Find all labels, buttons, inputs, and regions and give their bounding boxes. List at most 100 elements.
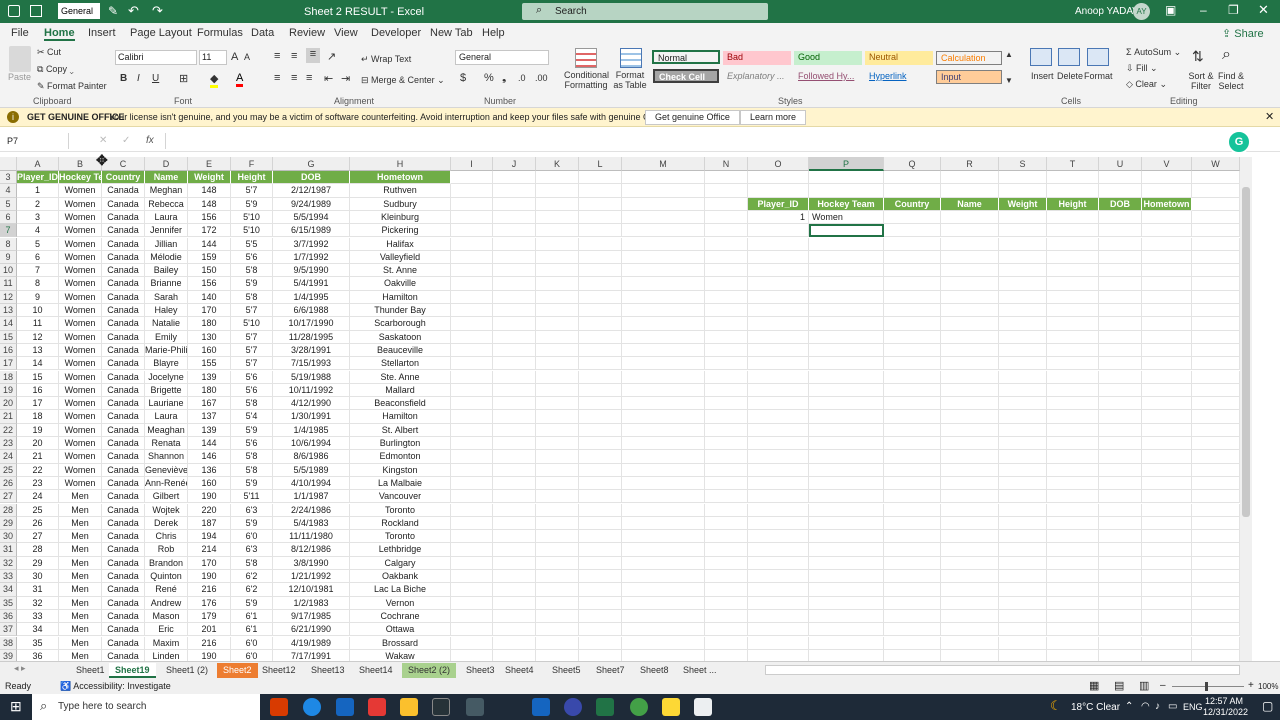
grid-cell[interactable] xyxy=(536,423,579,437)
table-cell[interactable]: 6/15/1989 xyxy=(273,224,350,238)
table-cell[interactable]: Ottawa xyxy=(350,623,451,637)
grid-cell[interactable] xyxy=(622,330,705,344)
table-cell[interactable]: Natalie xyxy=(145,317,188,331)
brush-icon[interactable]: ✎ xyxy=(108,4,118,18)
grid-cell[interactable] xyxy=(493,343,536,358)
grid-cell[interactable] xyxy=(705,410,748,424)
table-cell[interactable]: Women xyxy=(59,237,102,251)
table-cell[interactable]: Canada xyxy=(102,516,145,531)
grid-cell[interactable] xyxy=(999,570,1047,584)
grid-cell[interactable] xyxy=(493,197,536,211)
table-cell[interactable]: Jocelyne xyxy=(145,370,188,384)
taskbar-search[interactable]: ⌕ Type here to search xyxy=(32,694,260,720)
table-cell[interactable]: 170 xyxy=(188,556,231,570)
grid-cell[interactable] xyxy=(941,343,999,358)
grid-cell[interactable] xyxy=(1142,476,1192,491)
grid-cell[interactable] xyxy=(622,649,705,661)
row-header[interactable]: 10 xyxy=(0,264,17,278)
grid-cell[interactable] xyxy=(705,476,748,491)
row-header[interactable]: 18 xyxy=(0,370,17,384)
grid-cell[interactable] xyxy=(1099,570,1142,584)
align-bottom-icon[interactable]: ≡ xyxy=(306,48,320,63)
grid-cell[interactable] xyxy=(809,304,884,318)
grid-cell[interactable] xyxy=(999,383,1047,398)
grid-cell[interactable] xyxy=(884,370,941,384)
table-cell[interactable]: Canada xyxy=(102,224,145,238)
table-cell[interactable]: 7/17/1991 xyxy=(273,649,350,661)
grid-cell[interactable] xyxy=(1099,556,1142,570)
grid-cell[interactable] xyxy=(1192,237,1240,251)
column-header-e[interactable]: E xyxy=(188,157,231,171)
grid-cell[interactable] xyxy=(1099,383,1142,398)
grid-cell[interactable] xyxy=(705,556,748,570)
align-top-icon[interactable]: ≡ xyxy=(274,50,280,62)
table-cell[interactable]: 7/15/1993 xyxy=(273,357,350,371)
store-icon[interactable] xyxy=(368,698,386,716)
grid-cell[interactable] xyxy=(941,237,999,251)
grid-cell[interactable] xyxy=(1142,423,1192,437)
grid-cell[interactable] xyxy=(999,476,1047,491)
grid-cell[interactable] xyxy=(1192,609,1240,624)
grid-cell[interactable] xyxy=(622,556,705,570)
grid-cell[interactable] xyxy=(622,623,705,637)
table-cell[interactable]: Men xyxy=(59,556,102,570)
grid-cell[interactable] xyxy=(999,463,1047,477)
grid-cell[interactable] xyxy=(493,623,536,637)
table-cell[interactable]: Women xyxy=(59,343,102,358)
office-icon[interactable] xyxy=(270,698,288,716)
grid-cell[interactable] xyxy=(493,463,536,477)
grid-cell[interactable] xyxy=(809,290,884,304)
grid-cell[interactable] xyxy=(1099,450,1142,464)
grid-cell[interactable] xyxy=(748,383,809,398)
table-cell[interactable]: 5'7 xyxy=(231,330,273,344)
grid-cell[interactable] xyxy=(748,277,809,291)
grid-cell[interactable] xyxy=(809,609,884,624)
table-cell[interactable]: 5/19/1988 xyxy=(273,370,350,384)
grid-cell[interactable] xyxy=(451,623,493,637)
grid-cell[interactable] xyxy=(451,570,493,584)
table-cell[interactable]: Canada xyxy=(102,184,145,198)
table-cell[interactable]: 30 xyxy=(17,570,59,584)
grid-cell[interactable] xyxy=(536,317,579,331)
clock-date[interactable]: 12/31/2022 xyxy=(1203,707,1248,717)
grid-cell[interactable] xyxy=(1099,224,1142,238)
table-cell[interactable]: 1/1/1987 xyxy=(273,490,350,504)
table-cell[interactable]: 6 xyxy=(17,250,59,265)
grid-cell[interactable] xyxy=(536,530,579,544)
app-icon[interactable] xyxy=(564,698,582,716)
grid-cell[interactable] xyxy=(884,171,941,185)
row-header[interactable]: 32 xyxy=(0,556,17,570)
table-cell[interactable]: Laura xyxy=(145,210,188,225)
table-cell[interactable]: Women xyxy=(59,197,102,211)
grid-cell[interactable] xyxy=(536,450,579,464)
grid-cell[interactable] xyxy=(748,317,809,331)
edge-icon[interactable] xyxy=(303,698,321,716)
grid-cell[interactable] xyxy=(536,636,579,650)
table-cell[interactable]: 5'9 xyxy=(231,596,273,610)
table-cell[interactable]: 5'9 xyxy=(231,516,273,531)
grid-cell[interactable] xyxy=(705,250,748,265)
sheet-tab[interactable]: Sheet12 xyxy=(256,663,302,678)
column-header-k[interactable]: K xyxy=(536,157,579,171)
grid-cell[interactable] xyxy=(1142,543,1192,557)
table-cell[interactable]: 8/12/1986 xyxy=(273,543,350,557)
tab-view[interactable]: View xyxy=(334,27,358,39)
grid-cell[interactable] xyxy=(1192,264,1240,278)
grid-cell[interactable] xyxy=(1099,250,1142,265)
grid-cell[interactable] xyxy=(1142,277,1192,291)
grid-cell[interactable] xyxy=(493,490,536,504)
table-cell[interactable]: Canada xyxy=(102,237,145,251)
grid-cell[interactable] xyxy=(493,423,536,437)
row-header[interactable]: 13 xyxy=(0,304,17,318)
table-cell[interactable]: 5'8 xyxy=(231,450,273,464)
grid-cell[interactable] xyxy=(884,357,941,371)
grid-cell[interactable] xyxy=(941,450,999,464)
grid-cell[interactable] xyxy=(941,184,999,198)
table-cell[interactable]: 160 xyxy=(188,476,231,491)
grid-cell[interactable] xyxy=(1142,290,1192,304)
bold-button[interactable]: B xyxy=(120,73,127,84)
grid-cell[interactable] xyxy=(579,210,622,225)
table-cell[interactable]: 2/24/1986 xyxy=(273,503,350,517)
grid-cell[interactable] xyxy=(748,463,809,477)
grid-cell[interactable] xyxy=(1047,463,1099,477)
